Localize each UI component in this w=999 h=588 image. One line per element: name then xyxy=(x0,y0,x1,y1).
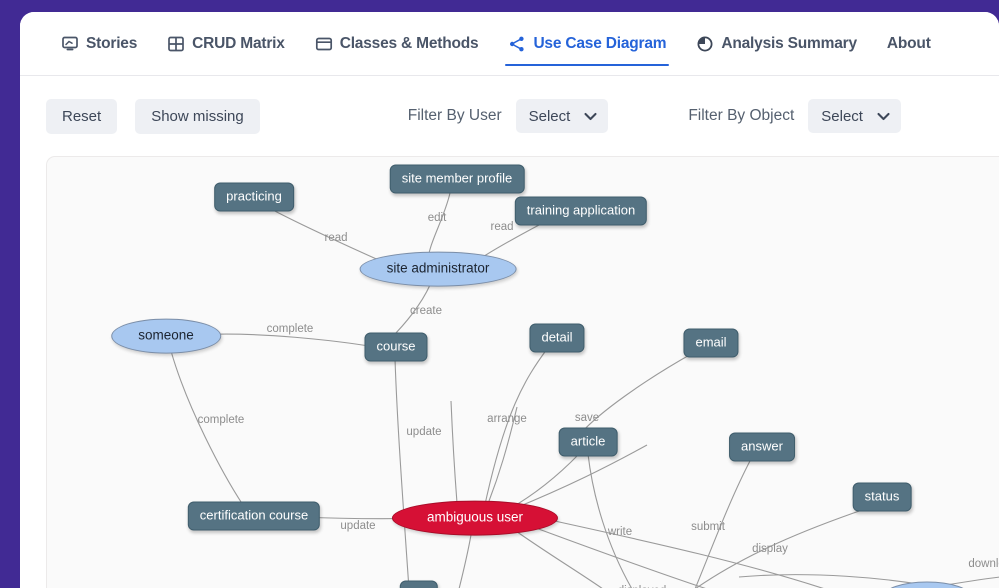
edge-label: create xyxy=(410,305,442,317)
filter-by-object-value: Select xyxy=(821,107,863,125)
edge-someone-certification-course xyxy=(170,350,244,506)
edge-course-down xyxy=(394,358,410,588)
edge-label-group-1: edit xyxy=(428,212,447,224)
tab-about[interactable]: About xyxy=(872,12,946,76)
chevron-down-icon xyxy=(584,108,597,125)
grid-table-icon xyxy=(167,35,185,53)
tab-stories[interactable]: Stories xyxy=(46,12,152,76)
node-partial-bottom-center[interactable] xyxy=(399,580,439,588)
edge-ambiguous-user-upper-center xyxy=(450,400,458,504)
edge-label: update xyxy=(406,426,441,438)
node-answer[interactable]: answer xyxy=(729,432,795,462)
node-practicing[interactable]: practicing xyxy=(214,182,294,212)
filter-by-object-group: Filter By Object Select xyxy=(688,99,901,133)
chevron-down-icon xyxy=(877,108,890,125)
node-site-administrator[interactable]: site administrator xyxy=(359,251,517,287)
edge-label-group-12: display xyxy=(752,543,788,555)
tab-classes-methods[interactable]: Classes & Methods xyxy=(300,12,494,76)
tab-label: CRUD Matrix xyxy=(192,35,285,52)
edge-label-group-9: update xyxy=(340,520,375,532)
edge-someone-course xyxy=(194,333,376,348)
node-status[interactable]: status xyxy=(852,482,912,512)
diagram-toolbar: Reset Show missing Filter By User Select… xyxy=(20,76,999,156)
edge-label-group-7: save xyxy=(575,412,599,424)
edge-label-group-3: create xyxy=(410,305,442,317)
edge-detail-ambiguous-user xyxy=(483,348,548,510)
edge-label: complete xyxy=(198,414,245,426)
node-certification-course[interactable]: certification course xyxy=(187,501,321,531)
edge-label: arrange xyxy=(487,413,527,425)
node-email[interactable]: email xyxy=(683,328,739,358)
edge-label-group-11: submit xyxy=(691,521,726,533)
edge-label-group-2: read xyxy=(490,221,513,233)
edge-label: update xyxy=(340,520,375,532)
edge-label-group-13: download xyxy=(968,558,999,570)
edge-label: complete xyxy=(267,323,314,335)
tab-analysis-summary[interactable]: Analysis Summary xyxy=(681,12,872,76)
node-detail[interactable]: detail xyxy=(529,323,585,353)
filter-by-user-value: Select xyxy=(528,107,571,125)
filter-by-user-select[interactable]: Select xyxy=(515,99,609,133)
edge-label-group-10: write xyxy=(607,526,632,538)
edge-label-group-6: arrange xyxy=(487,413,527,425)
filter-by-object-select[interactable]: Select xyxy=(808,99,901,133)
tab-crud-matrix[interactable]: CRUD Matrix xyxy=(152,12,300,76)
tab-label: Analysis Summary xyxy=(721,35,857,52)
edge-label-group-5: complete xyxy=(198,414,245,426)
edge-article-down xyxy=(587,453,633,588)
edge-label: read xyxy=(324,232,347,244)
edge-label-group-0: read xyxy=(324,232,347,244)
edge-label: read xyxy=(490,221,513,233)
node-site-member-profile[interactable]: site member profile xyxy=(389,164,525,194)
edge-ambiguous-user-lower-right-b xyxy=(512,528,603,588)
edge-label-group-4: complete xyxy=(267,323,314,335)
filter-by-user-group: Filter By User Select xyxy=(408,99,609,133)
node-someone[interactable]: someone xyxy=(111,318,221,354)
edge-label: download xyxy=(968,558,999,570)
presentation-screen-icon xyxy=(61,35,79,53)
window-panel-icon xyxy=(315,35,333,53)
edge-label: edit xyxy=(428,212,447,224)
edge-label: save xyxy=(575,412,599,424)
edge-ambiguous-user-lower-center xyxy=(458,534,472,588)
edge-label-group-8: update xyxy=(406,426,441,438)
share-nodes-icon xyxy=(508,35,526,53)
node-course[interactable]: course xyxy=(364,332,428,362)
edge-label: submit xyxy=(691,521,726,533)
node-training-application[interactable]: training application xyxy=(514,196,648,226)
filter-by-object-label: Filter By Object xyxy=(688,107,795,124)
reset-button[interactable]: Reset xyxy=(46,98,118,134)
application-window: Stories CRUD Matrix Classes & Methods Us… xyxy=(20,12,999,588)
tab-label: Stories xyxy=(86,35,138,52)
node-article[interactable]: article xyxy=(558,427,618,457)
edge-label: write xyxy=(607,526,632,538)
node-ambiguous-user[interactable]: ambiguous user xyxy=(391,500,559,536)
tab-use-case-diagram[interactable]: Use Case Diagram xyxy=(493,12,681,76)
edge-label: display xyxy=(752,543,788,555)
use-case-diagram-canvas[interactable]: read edit read create complete complete … xyxy=(46,156,999,588)
tab-label: About xyxy=(886,35,931,52)
navigation-bar: Stories CRUD Matrix Classes & Methods Us… xyxy=(20,12,999,76)
show-missing-button[interactable]: Show missing xyxy=(135,98,260,134)
tab-label: Use Case Diagram xyxy=(533,35,667,52)
filter-by-user-label: Filter By User xyxy=(407,107,502,124)
tab-label: Classes & Methods xyxy=(339,35,479,52)
pie-chart-icon xyxy=(696,35,714,53)
